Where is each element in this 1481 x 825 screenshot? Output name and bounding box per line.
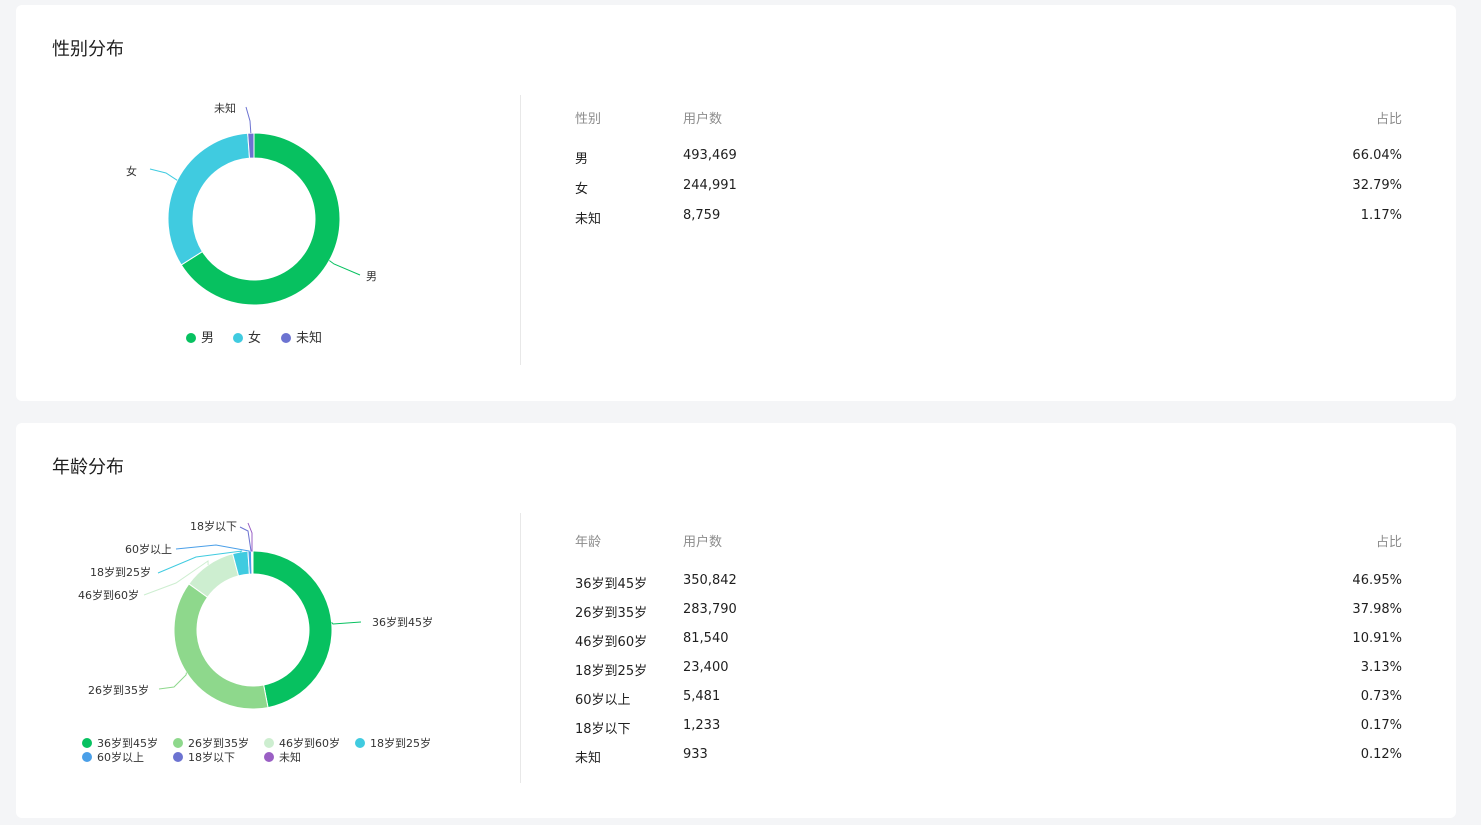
row-label: 18岁到25岁 — [575, 664, 648, 679]
legend-label[interactable]: 36岁到45岁 — [97, 736, 158, 750]
slice-label: 未知 — [214, 101, 236, 115]
row-pct: 1.17% — [1360, 208, 1402, 223]
row-label: 未知 — [575, 212, 602, 227]
slice-label: 18岁以下 — [190, 519, 237, 533]
label-leader-line — [245, 106, 252, 134]
age-card: 年龄分布 36岁到45岁 26岁到35岁 46岁到60岁 18岁到25岁 60岁以上 18… — [16, 423, 1456, 818]
table-row: 未知 933 0.12% — [575, 747, 1402, 776]
legend-marker[interactable] — [173, 752, 183, 762]
row-users: 493,469 — [683, 148, 737, 163]
slice-label: 男 — [366, 270, 377, 283]
slice-label: 36岁到45岁 — [372, 615, 433, 629]
legend-label[interactable]: 60岁以上 — [97, 750, 144, 764]
label-leader-line — [158, 672, 187, 690]
row-label: 46岁到60岁 — [575, 635, 648, 650]
row-pct: 3.13% — [1360, 660, 1402, 675]
donut-slice[interactable] — [252, 550, 333, 709]
legend-label[interactable]: 女 — [248, 330, 261, 346]
row-label: 26岁到35岁 — [575, 606, 648, 621]
row-users: 5,481 — [683, 689, 721, 704]
row-users: 350,842 — [683, 573, 737, 588]
slice-label: 46岁到60岁 — [78, 588, 139, 602]
row-pct: 10.91% — [1352, 631, 1402, 646]
age-table: 年龄 用户数 占比 36岁到45岁 350,842 46.95% 26岁到35岁… — [575, 531, 1402, 776]
header-pct: 占比 — [1375, 112, 1402, 127]
row-pct: 32.79% — [1352, 178, 1402, 193]
legend-label[interactable]: 18岁到25岁 — [370, 736, 431, 750]
row-label: 18岁以下 — [575, 722, 631, 737]
legend-marker[interactable] — [82, 752, 92, 762]
gender-donut-chart: 男女未知男女未知 — [126, 101, 377, 346]
row-users: 8,759 — [683, 208, 721, 223]
slice-label: 18岁到25岁 — [90, 565, 151, 579]
header-gender: 性别 — [575, 112, 602, 127]
row-pct: 46.95% — [1352, 573, 1402, 588]
legend-label[interactable]: 男 — [201, 331, 214, 346]
row-users: 23,400 — [683, 660, 729, 675]
legend-label[interactable]: 未知 — [279, 750, 301, 764]
header-pct: 占比 — [1375, 535, 1402, 550]
row-pct: 0.73% — [1360, 689, 1402, 704]
row-label: 60岁以上 — [575, 693, 631, 708]
slice-label: 26岁到35岁 — [88, 683, 149, 697]
row-pct: 0.12% — [1360, 747, 1402, 762]
row-label: 男 — [575, 152, 589, 167]
row-label: 36岁到45岁 — [575, 577, 648, 592]
legend-label[interactable]: 18岁以下 — [188, 750, 235, 764]
table-row: 未知 8,759 1.17% — [575, 208, 1402, 238]
gender-table: 性别 用户数 占比 男 493,469 66.04% 女 244,991 32.… — [575, 108, 1402, 238]
row-label: 未知 — [575, 751, 602, 766]
label-leader-line — [175, 544, 250, 552]
row-users: 933 — [683, 747, 708, 762]
row-pct: 37.98% — [1352, 602, 1402, 617]
table-row: 36岁到45岁 350,842 46.95% — [575, 573, 1402, 602]
slice-label: 60岁以上 — [125, 542, 172, 556]
table-header: 年龄 用户数 占比 — [575, 531, 1402, 573]
divider — [520, 95, 521, 365]
header-users: 用户数 — [683, 535, 723, 550]
legend-marker[interactable] — [233, 333, 243, 343]
table-row: 60岁以上 5,481 0.73% — [575, 689, 1402, 718]
label-leader-line — [331, 621, 362, 625]
row-label: 女 — [575, 182, 589, 197]
legend-marker[interactable] — [264, 738, 274, 748]
divider — [520, 513, 521, 783]
donut-slice[interactable] — [173, 583, 269, 710]
gender-card: 性别分布 男女未知男女未知 性别 用户数 占比 男 493,469 66.04%… — [16, 5, 1456, 401]
table-row: 18岁到25岁 23,400 3.13% — [575, 660, 1402, 689]
donut-slice[interactable] — [167, 132, 251, 266]
header-age: 年龄 — [575, 535, 602, 550]
slice-label: 女 — [126, 164, 137, 178]
table-header: 性别 用户数 占比 — [575, 108, 1402, 148]
label-leader-line — [239, 526, 252, 552]
row-pct: 66.04% — [1352, 148, 1402, 163]
row-users: 81,540 — [683, 631, 729, 646]
table-row: 18岁以下 1,233 0.17% — [575, 718, 1402, 747]
row-users: 1,233 — [683, 718, 721, 733]
table-row: 26岁到35岁 283,790 37.98% — [575, 602, 1402, 631]
table-row: 男 493,469 66.04% — [575, 148, 1402, 178]
row-users: 244,991 — [683, 178, 737, 193]
label-leader-line — [149, 168, 178, 181]
legend-marker[interactable] — [264, 752, 274, 762]
table-row: 女 244,991 32.79% — [575, 178, 1402, 208]
donut-slice[interactable] — [251, 550, 254, 575]
legend-marker[interactable] — [355, 738, 365, 748]
header-users: 用户数 — [683, 112, 723, 127]
legend-label[interactable]: 未知 — [296, 330, 322, 346]
row-users: 283,790 — [683, 602, 737, 617]
legend-label[interactable]: 26岁到35岁 — [188, 736, 249, 750]
legend-marker[interactable] — [186, 333, 196, 343]
legend-marker[interactable] — [82, 738, 92, 748]
label-leader-line — [329, 260, 361, 276]
row-pct: 0.17% — [1360, 718, 1402, 733]
table-row: 46岁到60岁 81,540 10.91% — [575, 631, 1402, 660]
legend-marker[interactable] — [173, 738, 183, 748]
legend-label[interactable]: 46岁到60岁 — [279, 736, 340, 750]
age-donut-chart: 36岁到45岁 26岁到35岁 46岁到60岁 18岁到25岁 60岁以上 18岁以下 36… — [78, 519, 433, 764]
legend-marker[interactable] — [281, 333, 291, 343]
